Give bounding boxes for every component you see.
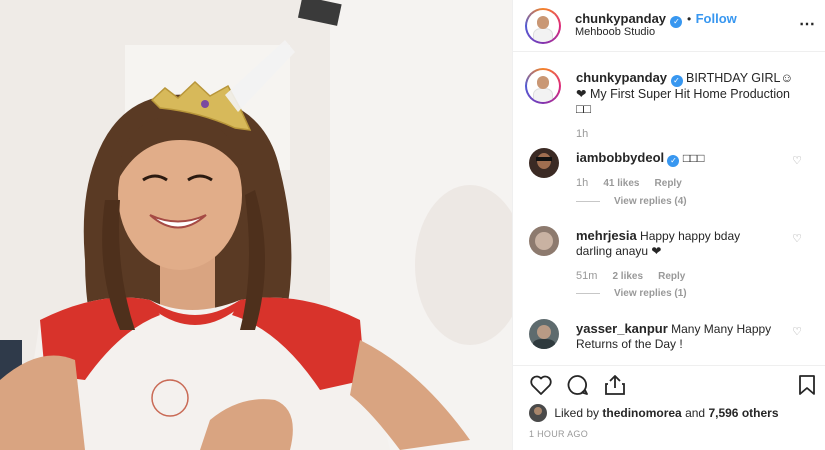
commenter-avatar[interactable] [529, 148, 559, 178]
comment-text-block: iambobbydeol ✓ □□□ [576, 150, 776, 167]
comment-likes[interactable]: 41 likes [603, 178, 639, 189]
replies-divider [576, 292, 600, 294]
post-photo[interactable] [0, 0, 512, 450]
follow-button[interactable]: Follow [696, 11, 737, 26]
like-comment-heart-icon[interactable]: ♡ [792, 325, 802, 338]
comment-text-block: yasser_kanpur Many Many Happy Returns of… [576, 321, 776, 352]
author-avatar[interactable] [525, 8, 561, 44]
comment-likes[interactable]: 2 likes [612, 271, 643, 282]
liker-avatar[interactable] [529, 404, 547, 422]
comment-meta: 1h 41 likes Reply [576, 177, 694, 189]
view-replies-button[interactable]: View replies (4) [576, 196, 687, 207]
post-header: chunkypanday ✓ • Follow Mehboob Studio ⋯ [513, 0, 825, 52]
caption-avatar[interactable] [525, 68, 561, 104]
view-replies-label: View replies (1) [614, 288, 687, 299]
others-count-link[interactable]: 7,596 others [708, 406, 778, 420]
commenter-avatar[interactable] [529, 319, 559, 349]
verified-badge-icon: ✓ [670, 75, 683, 87]
view-replies-button[interactable]: View replies (1) [576, 288, 687, 299]
like-comment-heart-icon[interactable]: ♡ [792, 232, 802, 245]
liker-username[interactable]: thedinomorea [602, 406, 681, 420]
comment-time[interactable]: 51m [576, 270, 597, 282]
share-icon[interactable] [603, 374, 627, 396]
replies-divider [576, 200, 600, 202]
reply-button[interactable]: Reply [658, 271, 685, 282]
author-username[interactable]: chunkypanday [575, 11, 666, 26]
verified-badge-icon: ✓ [667, 155, 680, 167]
separator-dot: • [686, 12, 692, 26]
comment-username[interactable]: iambobbydeol [576, 150, 664, 165]
comment-text: □□□ [682, 151, 705, 165]
post-actions: Liked by thedinomorea and 7,596 others 1… [513, 365, 825, 450]
reply-button[interactable]: Reply [655, 178, 682, 189]
verified-badge-icon: ✓ [670, 16, 683, 28]
caption-time[interactable]: 1h [576, 128, 588, 140]
post-side-panel: chunkypanday ✓ • Follow Mehboob Studio ⋯… [512, 0, 825, 450]
location-link[interactable]: Mehboob Studio [575, 26, 655, 38]
caption-username[interactable]: chunkypanday [576, 70, 667, 85]
commenter-avatar[interactable] [529, 226, 559, 256]
more-options-icon[interactable]: ⋯ [799, 14, 816, 34]
liked-by-prefix: Liked by [554, 406, 600, 420]
comment-text-block: mehrjesia Happy happy bday darling anayu… [576, 228, 776, 259]
likes-summary: Liked by thedinomorea and 7,596 others [529, 404, 779, 422]
photo-illustration [0, 0, 512, 450]
like-heart-icon[interactable] [529, 374, 553, 396]
comment-username[interactable]: yasser_kanpur [576, 321, 668, 336]
view-replies-label: View replies (4) [614, 196, 687, 207]
comment-bubble-icon[interactable] [566, 374, 590, 396]
comment-time[interactable]: 1h [576, 177, 588, 189]
caption-text-block: chunkypanday ✓ BIRTHDAY GIRL☺ ❤ My First… [576, 70, 806, 117]
comment-username[interactable]: mehrjesia [576, 228, 637, 243]
bookmark-save-icon[interactable] [796, 374, 818, 396]
liked-by-and: and [685, 406, 706, 420]
like-comment-heart-icon[interactable]: ♡ [792, 154, 802, 167]
post-timestamp[interactable]: 1 HOUR AGO [529, 429, 588, 439]
comment-meta: 51m 2 likes Reply [576, 270, 697, 282]
